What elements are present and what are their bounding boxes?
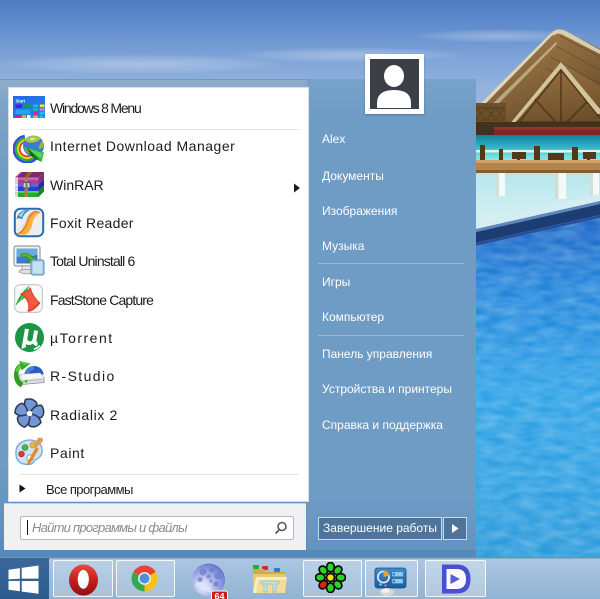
svg-text:64: 64 [214,592,224,599]
svg-text:Start: Start [16,98,26,103]
